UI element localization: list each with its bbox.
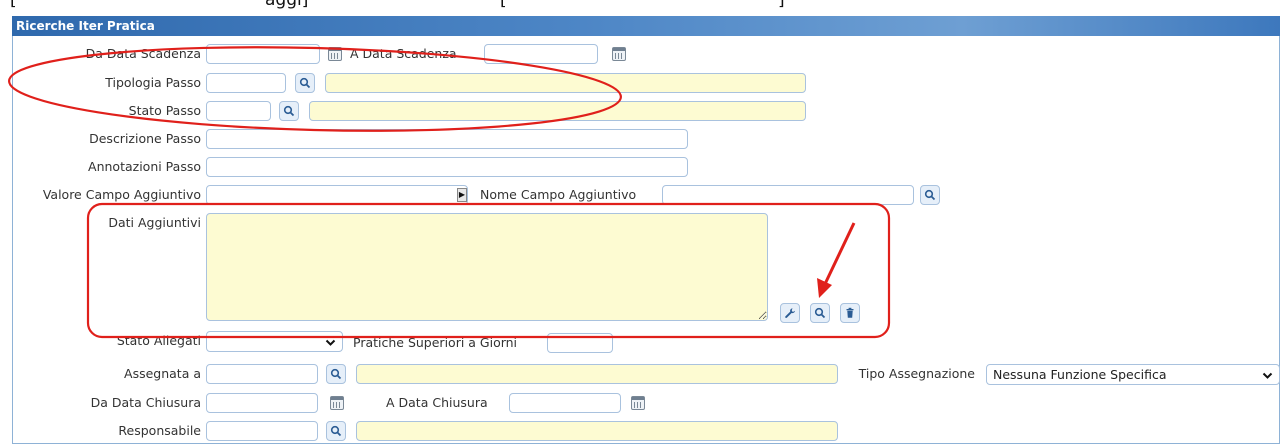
tipologia-passo-search-button[interactable]: [295, 73, 315, 93]
valore-campo-aggiuntivo-label: Valore Campo Aggiuntivo: [42, 187, 201, 202]
a-data-chiusura-input[interactable]: [509, 393, 621, 413]
responsabile-search-button[interactable]: [326, 421, 346, 441]
top-fragment-right: [: [500, 0, 507, 10]
responsabile-label: Responsabile: [118, 423, 201, 438]
nome-campo-aggiuntivo-label: Nome Campo Aggiuntivo: [480, 187, 637, 202]
da-data-scadenza-label: Da Data Scadenza: [85, 46, 201, 61]
search-icon: [330, 368, 342, 380]
trash-icon: [846, 307, 854, 318]
search-icon: [924, 189, 936, 201]
assegnata-a-description-field: [356, 364, 838, 384]
assegnata-a-search-button[interactable]: [326, 364, 346, 384]
search-icon: [283, 105, 295, 117]
stato-passo-description-field: [309, 101, 806, 121]
descrizione-passo-label: Descrizione Passo: [89, 131, 201, 146]
tipo-assegnazione-label: Tipo Assegnazione: [858, 366, 975, 381]
assegnata-a-label: Assegnata a: [124, 366, 201, 381]
dati-aggiuntivi-configure-button[interactable]: [780, 303, 800, 323]
pratiche-superiori-label: Pratiche Superiori a Giorni: [353, 335, 518, 350]
assegnata-a-code-input[interactable]: [206, 364, 318, 384]
a-data-scadenza-label: A Data Scadenza: [350, 46, 457, 61]
search-icon: [814, 307, 826, 319]
valore-campo-aggiuntivo-input[interactable]: [206, 185, 468, 205]
calendar-icon[interactable]: [612, 47, 626, 61]
tipo-assegnazione-select[interactable]: Nessuna Funzione Specifica: [986, 364, 1280, 385]
a-data-scadenza-input[interactable]: [484, 44, 598, 64]
pratiche-superiori-input[interactable]: [547, 333, 613, 353]
nome-campo-aggiuntivo-search-button[interactable]: [920, 185, 940, 205]
da-data-chiusura-input[interactable]: [206, 393, 318, 413]
dati-aggiuntivi-search-button[interactable]: [810, 303, 830, 323]
tipologia-passo-description-field: [325, 73, 806, 93]
calendar-icon[interactable]: [631, 396, 645, 410]
dati-aggiuntivi-clear-button[interactable]: [840, 303, 860, 323]
a-data-chiusura-label: A Data Chiusura: [386, 395, 488, 410]
stato-allegati-label: Stato Allegati: [116, 333, 201, 348]
chevron-down-icon: [325, 335, 336, 354]
top-fragment-left: [: [10, 0, 17, 10]
top-fragment-right-end: ]: [778, 0, 785, 10]
calendar-icon[interactable]: [330, 396, 344, 410]
stato-passo-code-input[interactable]: [206, 101, 271, 121]
responsabile-code-input[interactable]: [206, 421, 318, 441]
top-cut-fragment: [ aggi] [ ]: [0, 0, 1285, 14]
top-fragment-middle: aggi]: [265, 0, 309, 10]
tipologia-passo-code-input[interactable]: [206, 73, 286, 93]
search-icon: [299, 77, 311, 89]
annotazioni-passo-label: Annotazioni Passo: [88, 159, 201, 174]
dati-aggiuntivi-label: Dati Aggiuntivi: [108, 215, 201, 230]
tipologia-passo-label: Tipologia Passo: [105, 75, 201, 90]
dati-aggiuntivi-textarea[interactable]: [206, 213, 768, 321]
wrench-icon: [785, 308, 795, 318]
tipo-assegnazione-value: Nessuna Funzione Specifica: [993, 367, 1167, 382]
nome-campo-aggiuntivo-input[interactable]: [662, 185, 914, 205]
triangle-right-icon[interactable]: ▶: [457, 188, 467, 202]
da-data-scadenza-input[interactable]: [206, 44, 320, 64]
search-icon: [330, 425, 342, 437]
chevron-down-icon: [1262, 368, 1273, 387]
annotazioni-passo-input[interactable]: [206, 157, 688, 177]
calendar-icon[interactable]: [328, 47, 342, 61]
panel-title: Ricerche Iter Pratica: [12, 16, 1280, 36]
stato-passo-search-button[interactable]: [279, 101, 299, 121]
stato-allegati-select[interactable]: [206, 331, 343, 352]
stato-passo-label: Stato Passo: [128, 103, 201, 118]
descrizione-passo-input[interactable]: [206, 129, 688, 149]
da-data-chiusura-label: Da Data Chiusura: [90, 395, 201, 410]
responsabile-description-field: [356, 421, 838, 441]
